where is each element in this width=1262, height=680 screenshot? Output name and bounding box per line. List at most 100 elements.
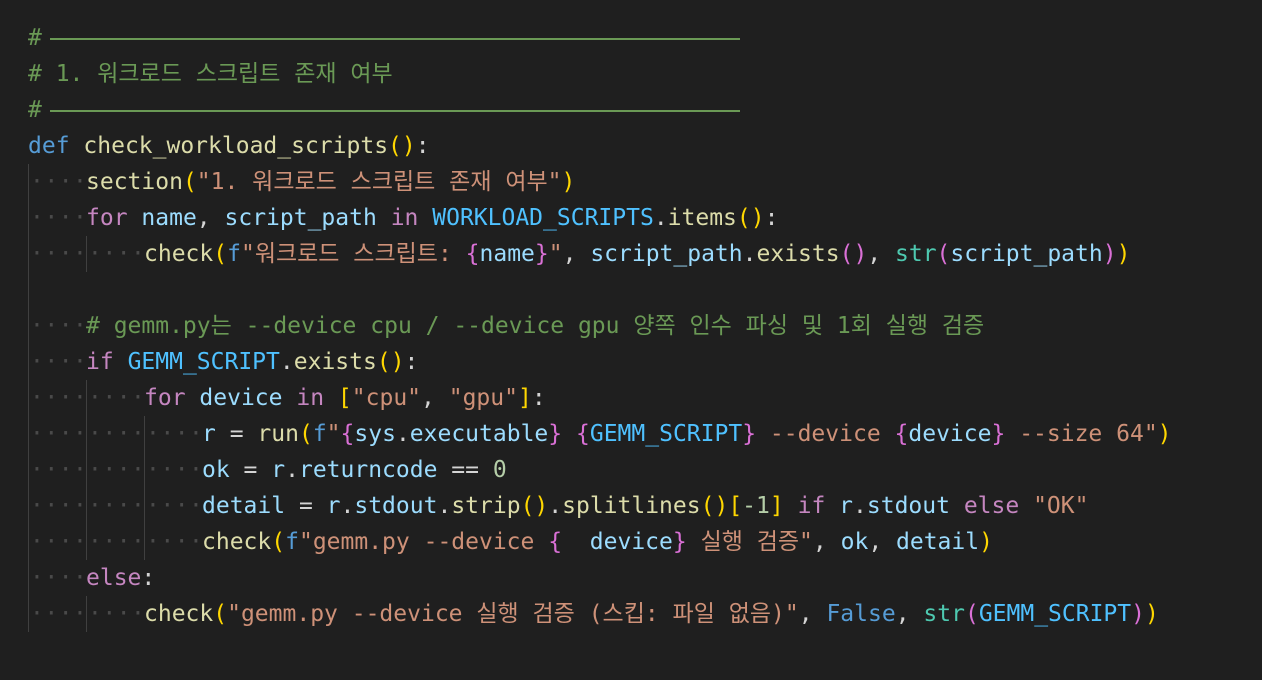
code-token: device	[562, 529, 673, 555]
code-text[interactable]: if GEMM_SCRIPT.exists():	[86, 344, 418, 380]
indent-guide	[28, 344, 29, 380]
indent-guide	[28, 416, 29, 452]
code-token: GEMM_SCRIPT	[978, 601, 1132, 627]
code-text[interactable]: detail = r.stdout.strip().splitlines()[-…	[202, 488, 1088, 524]
code-token: )	[1157, 421, 1172, 447]
code-token: "OK"	[1033, 493, 1089, 519]
code-token: }	[534, 241, 549, 267]
code-text[interactable]: #	[28, 20, 740, 56]
indent-guide	[144, 416, 145, 452]
code-line	[28, 272, 1248, 308]
whitespace-marker: ····	[146, 493, 204, 519]
code-text[interactable]: check("gemm.py --device 실행 검증 (스킵: 파일 없음…	[144, 596, 1159, 632]
whitespace-marker: ····	[88, 241, 146, 267]
code-token: check_workload_scripts	[83, 133, 389, 159]
code-line: #	[28, 20, 1248, 56]
code-line: ···· ···· for device in ["cpu", "gpu"]:	[28, 380, 1248, 416]
indent-guide	[28, 560, 29, 596]
whitespace-marker: ····	[88, 601, 146, 627]
code-text[interactable]: r = run(f"{sys.executable} {GEMM_SCRIPT}…	[202, 416, 1172, 452]
indent-guide	[28, 272, 29, 308]
code-token: ()	[388, 133, 416, 159]
code-text[interactable]: for name, script_path in WORKLOAD_SCRIPT…	[86, 200, 778, 236]
code-token: #	[28, 25, 42, 51]
code-token: sys	[354, 421, 396, 447]
code-token: splitlines	[562, 493, 701, 519]
code-token: if	[797, 493, 826, 519]
indent-guide	[28, 524, 29, 560]
code-text[interactable]: check(f"워크로드 스크립트: {name}", script_path.…	[144, 236, 1130, 272]
code-token: "cpu"	[351, 385, 422, 411]
code-text[interactable]: # 1. 워크로드 스크립트 존재 여부	[28, 56, 393, 92]
code-token: "1. 워크로드 스크립트 존재 여부"	[196, 169, 562, 195]
code-token: ]	[517, 385, 532, 411]
code-token: --size 64"	[1005, 421, 1158, 447]
code-token: (	[964, 601, 979, 627]
code-token: strip	[451, 493, 521, 519]
code-token: in	[296, 385, 325, 411]
code-token: }	[742, 421, 757, 447]
code-token: device	[908, 421, 992, 447]
indent-guide	[86, 416, 87, 452]
code-token: #	[28, 97, 42, 123]
code-token: )	[561, 169, 576, 195]
code-line: ···· ···· ···· ok = r.returncode == 0	[28, 452, 1248, 488]
code-token: .	[653, 205, 668, 231]
code-line: ···· ···· ···· r = run(f"{sys.executable} {…	[28, 416, 1248, 452]
code-token: ,	[868, 529, 897, 555]
code-token: False	[826, 601, 896, 627]
code-token: .	[437, 493, 452, 519]
code-token: ]	[769, 493, 784, 519]
code-token: str	[895, 241, 937, 267]
code-token: r	[839, 493, 854, 519]
code-token: }	[991, 421, 1006, 447]
code-token: stdout	[354, 493, 438, 519]
code-line: ···· ···· ···· check(f"gemm.py --device { d…	[28, 524, 1248, 560]
code-token: executable	[409, 421, 549, 447]
code-text[interactable]: ok = r.returncode == 0	[202, 452, 507, 488]
code-token: for	[144, 385, 186, 411]
whitespace-marker: ····	[88, 421, 146, 447]
indent-guide	[28, 596, 29, 632]
indent-guide	[28, 164, 29, 200]
indent-guide	[144, 452, 145, 488]
code-token: name	[479, 241, 535, 267]
code-line: ···· ···· check(f"워크로드 스크립트: {name}", scri…	[28, 236, 1248, 272]
code-token: :	[531, 385, 546, 411]
code-text[interactable]: # gemm.py는 --device cpu / --device gpu 양…	[86, 308, 984, 344]
comment-rule-line	[49, 37, 740, 40]
code-token: for	[86, 205, 128, 231]
code-line: ···· for name, script_path in WORKLOAD_SC…	[28, 200, 1248, 236]
code-text[interactable]: else:	[86, 560, 155, 596]
code-token: detail	[896, 529, 980, 555]
indent-guide	[28, 380, 29, 416]
code-token: r	[326, 493, 341, 519]
code-token: (	[182, 169, 197, 195]
code-token: check	[144, 601, 214, 627]
whitespace-marker: ····	[88, 385, 146, 411]
code-token: stdout	[866, 493, 950, 519]
indent-guide	[144, 488, 145, 524]
whitespace-marker: ····	[88, 457, 146, 483]
code-text[interactable]: def check_workload_scripts():	[28, 128, 430, 164]
code-token: .	[279, 349, 294, 375]
code-text[interactable]: for device in ["cpu", "gpu"]:	[144, 380, 546, 416]
whitespace-marker: ····	[30, 529, 88, 555]
code-line: # 1. 워크로드 스크립트 존재 여부	[28, 56, 1248, 92]
code-text[interactable]: check(f"gemm.py --device { device} 실행 검증…	[202, 524, 993, 560]
code-token: else	[963, 493, 1020, 519]
code-text[interactable]: #	[28, 92, 740, 128]
indent-guide	[28, 236, 29, 272]
code-token: "	[326, 421, 341, 447]
code-token: )	[1145, 601, 1159, 627]
indent-guide	[86, 452, 87, 488]
whitespace-marker: ····	[30, 457, 88, 483]
code-line: ···· # gemm.py는 --device cpu / --device g…	[28, 308, 1248, 344]
code-editor[interactable]: # # 1. 워크로드 스크립트 존재 여부 # def check_workload…	[28, 20, 1248, 632]
code-text[interactable]: section("1. 워크로드 스크립트 존재 여부")	[86, 164, 575, 200]
whitespace-marker: ····	[30, 565, 88, 591]
